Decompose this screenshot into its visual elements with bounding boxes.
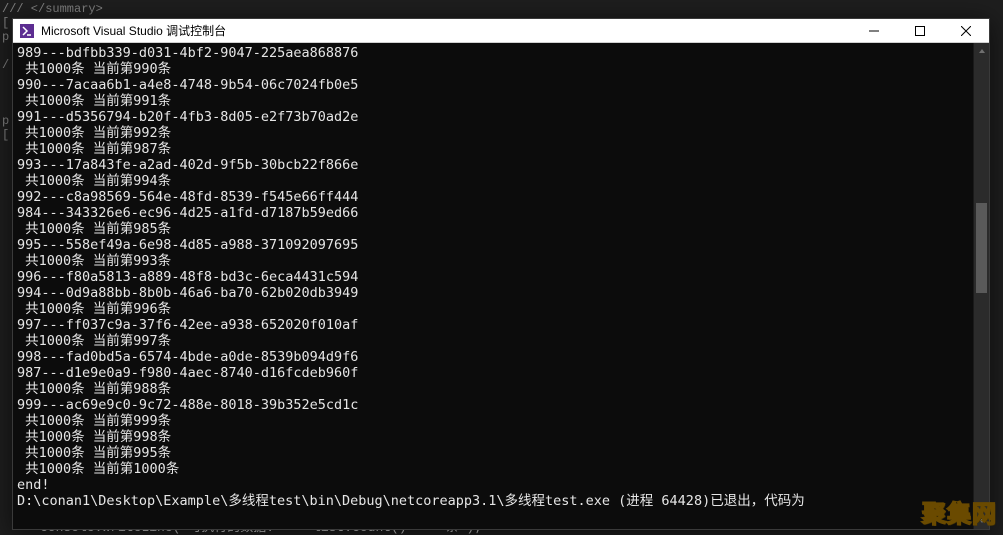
terminal-line: 995---558ef49a-6e98-4d85-a988-3710920976… <box>17 237 969 253</box>
terminal-line: 共1000条 当前第995条 <box>17 445 969 461</box>
scroll-up-arrow[interactable] <box>974 43 989 59</box>
terminal-line: 990---7acaa6b1-a4e8-4748-9b54-06c7024fb0… <box>17 77 969 93</box>
terminal-line: 共1000条 当前第996条 <box>17 301 969 317</box>
terminal-line: 999---ac69e9c0-9c72-488e-8018-39b352e5cd… <box>17 397 969 413</box>
terminal-line: end! <box>17 477 969 493</box>
terminal-line: 992---c8a98569-564e-48fd-8539-f545e66ff4… <box>17 189 969 205</box>
terminal-line: 987---d1e9e0a9-f980-4aec-8740-d16fcdeb96… <box>17 365 969 381</box>
terminal-line: 997---ff037c9a-37f6-42ee-a938-652020f010… <box>17 317 969 333</box>
terminal-line: 共1000条 当前第988条 <box>17 381 969 397</box>
terminal-line: 996---f80a5813-a889-48f8-bd3c-6eca4431c5… <box>17 269 969 285</box>
maximize-button[interactable] <box>897 19 943 43</box>
terminal-line: 991---d5356794-b20f-4fb3-8d05-e2f73b70ad… <box>17 109 969 125</box>
terminal-output[interactable]: 989---bdfbb339-d031-4bf2-9047-225aea8688… <box>13 43 973 529</box>
terminal-line: D:\conan1\Desktop\Example\多线程test\bin\De… <box>17 493 969 509</box>
terminal-line: 共1000条 当前第991条 <box>17 93 969 109</box>
terminal-line: 共1000条 当前第987条 <box>17 141 969 157</box>
terminal-line: 共1000条 当前第994条 <box>17 173 969 189</box>
terminal-line: 共1000条 当前第997条 <box>17 333 969 349</box>
terminal-line: 共1000条 当前第990条 <box>17 61 969 77</box>
scrollbar[interactable] <box>973 43 989 529</box>
terminal-line: 共1000条 当前第993条 <box>17 253 969 269</box>
app-icon <box>19 23 35 39</box>
terminal-area: 989---bdfbb339-d031-4bf2-9047-225aea8688… <box>13 43 989 529</box>
watermark: 聚集网 <box>922 494 997 529</box>
editor-bg-line: /// </summary> <box>2 2 1001 16</box>
window-controls <box>851 19 989 43</box>
minimize-button[interactable] <box>851 19 897 43</box>
terminal-line: 共1000条 当前第1000条 <box>17 461 969 477</box>
terminal-line: 共1000条 当前第998条 <box>17 429 969 445</box>
terminal-line: 989---bdfbb339-d031-4bf2-9047-225aea8688… <box>17 45 969 61</box>
terminal-line: 993---17a843fe-a2ad-402d-9f5b-30bcb22f86… <box>17 157 969 173</box>
titlebar[interactable]: Microsoft Visual Studio 调试控制台 <box>13 19 989 43</box>
terminal-line: 998---fad0bd5a-6574-4bde-a0de-8539b094d9… <box>17 349 969 365</box>
window-title: Microsoft Visual Studio 调试控制台 <box>41 22 851 39</box>
close-button[interactable] <box>943 19 989 43</box>
scroll-thumb[interactable] <box>976 203 987 293</box>
terminal-line: 984---343326e6-ec96-4d25-a1fd-d7187b59ed… <box>17 205 969 221</box>
console-window: Microsoft Visual Studio 调试控制台 989---bdfb… <box>12 18 990 530</box>
terminal-line: 共1000条 当前第985条 <box>17 221 969 237</box>
terminal-line: 994---0d9a88bb-8b0b-46a6-ba70-62b020db39… <box>17 285 969 301</box>
terminal-line: 共1000条 当前第999条 <box>17 413 969 429</box>
terminal-line: 共1000条 当前第992条 <box>17 125 969 141</box>
